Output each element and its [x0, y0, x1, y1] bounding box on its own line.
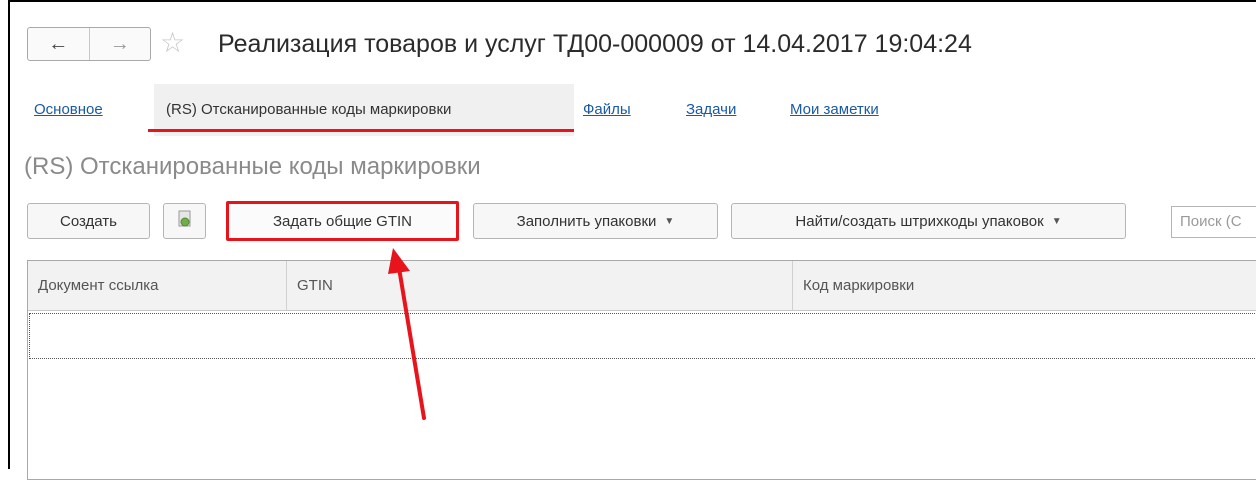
dropdown-caret-icon: ▼	[1051, 215, 1062, 227]
tab-my-notes[interactable]: Мои заметки	[790, 84, 879, 136]
find-create-barcodes-label: Найти/создать штрихкоды упаковок	[795, 212, 1044, 230]
tab-tasks[interactable]: Задачи	[686, 84, 736, 136]
dropdown-caret-icon: ▼	[664, 215, 675, 227]
table-row[interactable]	[29, 313, 1256, 359]
active-tab-highlight	[148, 129, 574, 132]
tab-main[interactable]: Основное	[34, 84, 103, 136]
forward-arrow-icon[interactable]: →	[88, 28, 151, 60]
set-common-gtin-button[interactable]: Задать общие GTIN	[226, 201, 459, 241]
column-header-marking-code[interactable]: Код маркировки	[793, 261, 1256, 310]
fill-packages-button[interactable]: Заполнить упаковки ▼	[473, 203, 718, 239]
tab-files[interactable]: Файлы	[583, 84, 631, 136]
copy-button[interactable]	[163, 203, 206, 239]
create-button[interactable]: Создать	[27, 203, 150, 239]
fill-packages-label: Заполнить упаковки	[516, 212, 657, 230]
window-title: Реализация товаров и услуг ТД00-000009 о…	[218, 30, 972, 58]
codes-table: Документ ссылка GTIN Код маркировки	[27, 260, 1256, 480]
section-title: (RS) Отсканированные коды маркировки	[24, 153, 481, 180]
document-copy-icon	[176, 209, 194, 233]
back-arrow-icon[interactable]: ←	[28, 28, 89, 60]
table-header: Документ ссылка GTIN Код маркировки	[28, 261, 1256, 311]
search-input[interactable]: Поиск (С	[1171, 206, 1256, 238]
column-header-gtin[interactable]: GTIN	[287, 261, 793, 310]
column-header-document[interactable]: Документ ссылка	[28, 261, 287, 310]
find-create-barcodes-button[interactable]: Найти/создать штрихкоды упаковок ▼	[731, 203, 1126, 239]
favorite-star-icon[interactable]: ☆	[160, 26, 185, 60]
navigation-buttons: ← →	[27, 27, 151, 61]
